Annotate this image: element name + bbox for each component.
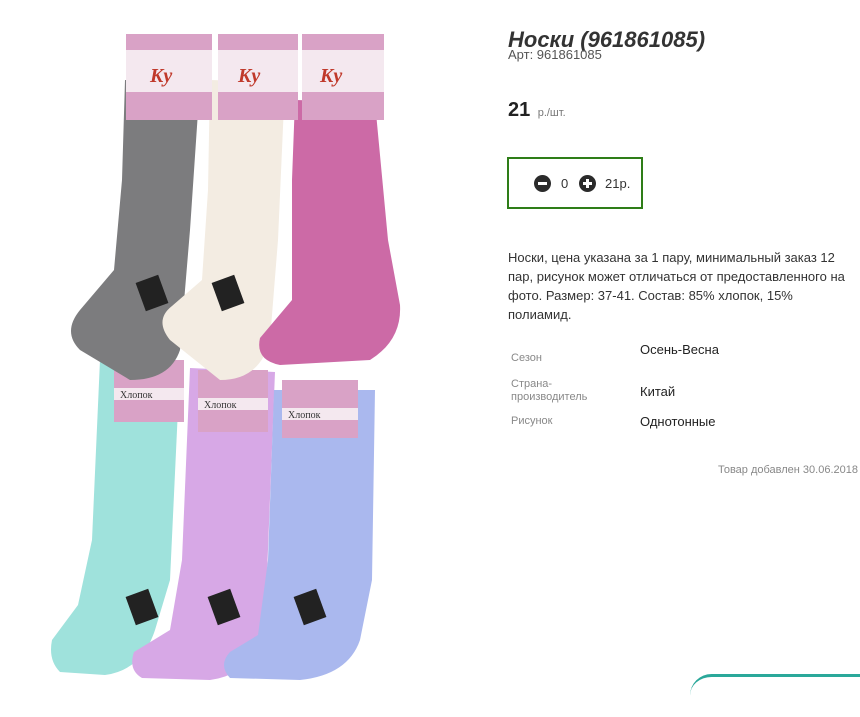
attribute-label: Страна-производитель [511, 378, 588, 403]
minus-circle-icon[interactable] [534, 175, 551, 192]
attribute-value: Однотонные [640, 414, 716, 429]
chat-widget[interactable] [690, 674, 860, 717]
tag-bottom-middle: Хлопок [198, 370, 268, 432]
product-price: 21 р./шт. [508, 99, 566, 122]
tag-top-right: Ky [302, 34, 384, 120]
tag-label-text: Хлопок [288, 410, 321, 421]
quantity-total: 21р. [605, 176, 631, 191]
plus-circle-icon[interactable] [579, 175, 596, 192]
attribute-label: Сезон [511, 352, 542, 364]
brand-logo: Ky [149, 65, 172, 87]
tag-bottom-right: Хлопок [282, 380, 358, 438]
product-image[interactable]: Хлопок Хлопок Хлопок Ky Ky Ky [30, 20, 450, 682]
tag-top-middle: Ky [218, 34, 298, 120]
attribute-value: Осень-Весна [640, 342, 719, 357]
price-value: 21 [508, 99, 531, 121]
tag-top-left: Ky [126, 34, 212, 120]
product-sku: Арт: 961861085 [508, 47, 602, 62]
quantity-value[interactable]: 0 [561, 176, 568, 191]
added-date: Товар добавлен 30.06.2018 [717, 464, 858, 476]
quantity-stepper: 0 21р. [507, 157, 643, 209]
brand-logo: Ky [237, 65, 260, 87]
attribute-label: Рисунок [511, 415, 553, 427]
product-description: Носки, цена указана за 1 пару, минимальн… [508, 250, 845, 322]
price-unit: р./шт. [537, 107, 566, 119]
tag-label-text: Хлопок [120, 390, 153, 401]
tag-label-text: Хлопок [204, 400, 237, 411]
attribute-value: Китай [640, 384, 676, 399]
brand-logo: Ky [319, 65, 342, 87]
